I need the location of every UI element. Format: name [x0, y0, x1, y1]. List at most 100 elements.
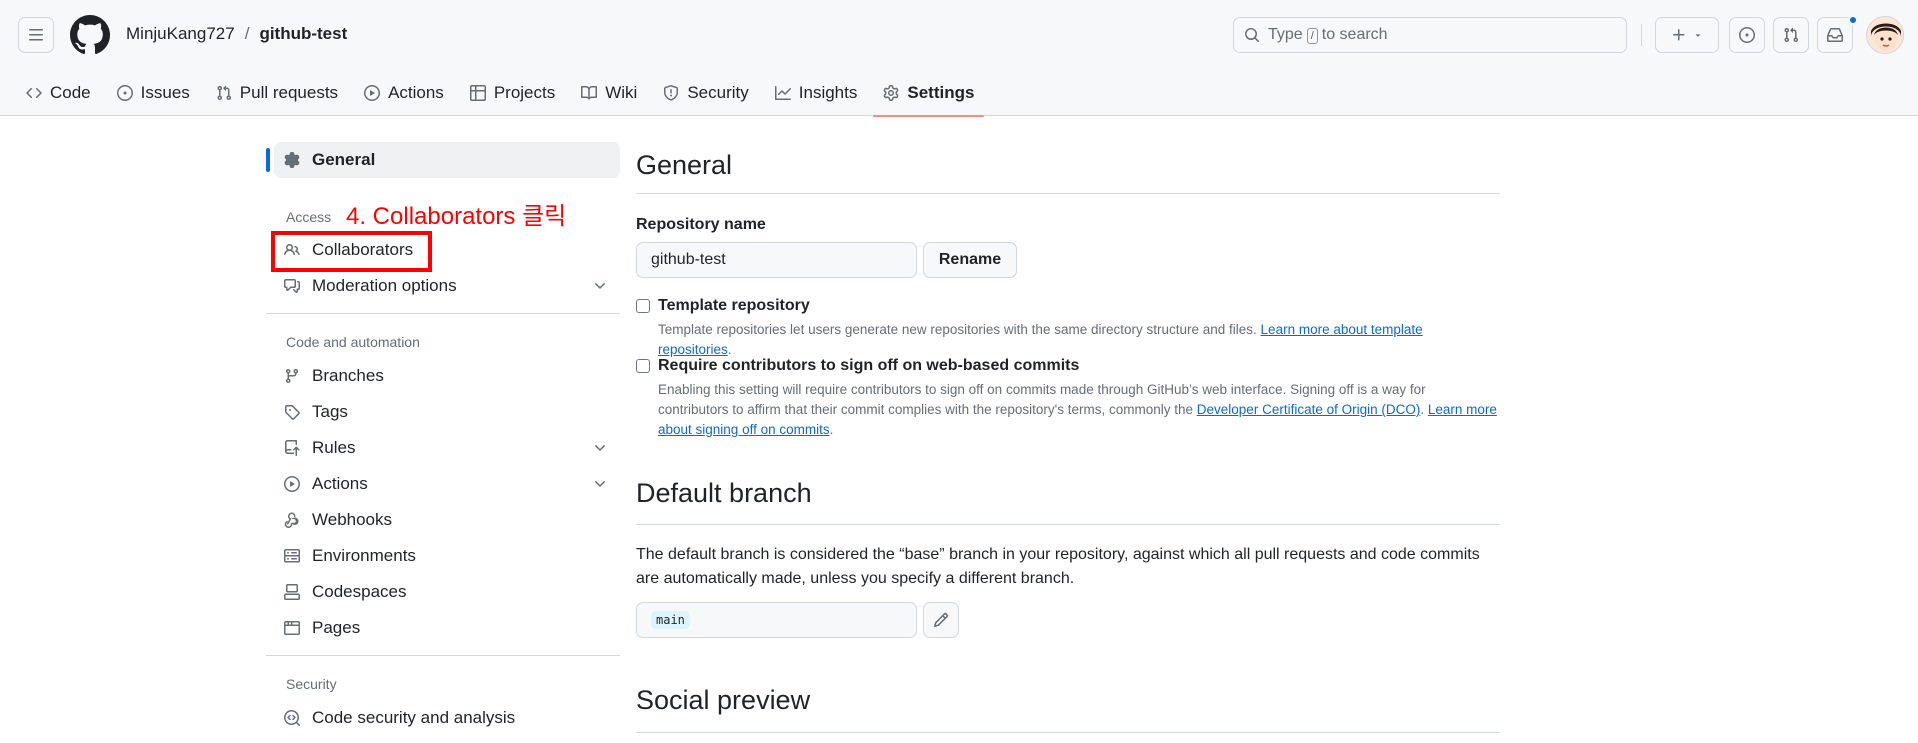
tab-actions[interactable]: Actions: [354, 70, 454, 116]
signoff-checkbox[interactable]: [636, 359, 650, 373]
tab-security[interactable]: Security: [653, 70, 758, 116]
sidebar-item-label: Branches: [312, 366, 384, 385]
sidebar-item-tags[interactable]: Tags: [274, 394, 620, 430]
rename-button[interactable]: Rename: [923, 242, 1017, 278]
default-branch-field: main: [636, 602, 917, 638]
tab-issues[interactable]: Issues: [107, 70, 200, 116]
annotation-highlight-box: [271, 231, 432, 272]
table-icon: [469, 85, 486, 101]
section-divider: [636, 524, 1500, 525]
sidebar-item-webhooks[interactable]: Webhooks: [274, 502, 620, 538]
sidebar-item-general[interactable]: General: [274, 142, 620, 178]
tab-label: Settings: [907, 83, 975, 102]
issue-icon: [1739, 27, 1755, 43]
tab-label: Actions: [388, 83, 444, 102]
social-preview-title: Social preview: [636, 685, 811, 715]
issue-icon: [116, 85, 133, 101]
repo-name-label: Repository name: [636, 216, 766, 233]
play-icon: [284, 476, 300, 492]
sidebar-divider: [266, 655, 620, 656]
sidebar-divider: [266, 313, 620, 314]
play-icon: [364, 85, 381, 101]
menu-button[interactable]: [18, 17, 54, 53]
sidebar-item-rules[interactable]: Rules: [274, 430, 620, 466]
search-input[interactable]: Type / to search: [1233, 17, 1627, 53]
default-branch-title: Default branch: [636, 478, 812, 508]
tab-insights[interactable]: Insights: [765, 70, 868, 116]
pull-requests-button[interactable]: [1773, 17, 1809, 53]
user-avatar-icon: [1867, 17, 1903, 53]
breadcrumb-owner[interactable]: MinjuKang727: [126, 24, 235, 44]
comment-discussion-icon: [284, 279, 300, 293]
sidebar-item-label: Environments: [312, 546, 416, 565]
sidebar-item-actions[interactable]: Actions: [274, 466, 620, 502]
shield-icon: [664, 85, 679, 101]
signoff-note: Enabling this setting will require contr…: [658, 382, 1497, 437]
codescan-icon: [284, 710, 300, 726]
dco-link[interactable]: Developer Certificate of Origin (DCO): [1197, 402, 1421, 417]
sidebar-item-branches[interactable]: Branches: [274, 358, 620, 394]
sidebar-item-moderation[interactable]: Moderation options: [274, 268, 620, 304]
tab-label: Issues: [140, 83, 190, 102]
sidebar-item-label: General: [312, 150, 376, 169]
tab-label: Wiki: [605, 83, 638, 102]
breadcrumb-separator: /: [244, 24, 250, 43]
sidebar-item-environments[interactable]: Environments: [274, 538, 620, 574]
branch-name-badge: main: [651, 611, 690, 629]
section-divider: [636, 193, 1500, 194]
chevron-down-icon: [595, 283, 605, 289]
tab-wiki[interactable]: Wiki: [571, 70, 647, 116]
tab-label: Code: [50, 83, 91, 102]
caret-down-icon: [1695, 34, 1701, 37]
sidebar-item-label: Webhooks: [312, 510, 393, 529]
tab-code[interactable]: Code: [16, 70, 101, 116]
sidebar-item-label: Moderation options: [312, 276, 457, 295]
repo-name-input[interactable]: github-test: [636, 242, 917, 278]
sidebar-item-label: Actions: [312, 474, 368, 493]
inbox-icon: [1827, 28, 1843, 42]
create-new-button[interactable]: [1655, 17, 1719, 53]
gear-icon: [284, 152, 300, 168]
sidebar-item-code-security[interactable]: Code security and analysis: [274, 700, 620, 736]
top-bar: MinjuKang727 / github-test Type / to searc…: [0, 0, 1918, 70]
section-divider: [636, 732, 1500, 733]
server-icon: [284, 549, 300, 563]
issues-button[interactable]: [1729, 17, 1765, 53]
sidebar-group-security: Security: [286, 676, 337, 692]
template-repo-checkbox[interactable]: [636, 299, 650, 313]
breadcrumb: MinjuKang727 / github-test: [126, 24, 347, 44]
edit-default-branch-button[interactable]: [923, 602, 959, 638]
search-icon: [1245, 28, 1260, 43]
default-branch-description: The default branch is considered the “ba…: [636, 546, 1480, 587]
inbox-button[interactable]: [1817, 17, 1853, 53]
notification-dot: [1848, 15, 1858, 25]
chevron-down-icon: [595, 481, 605, 487]
signoff-title: Require contributors to sign off on web-…: [658, 357, 1080, 374]
browser-icon: [284, 621, 300, 635]
tab-settings[interactable]: Settings: [873, 70, 985, 117]
breadcrumb-repo[interactable]: github-test: [259, 24, 347, 44]
tab-label: Insights: [798, 83, 858, 102]
template-repo-title: Template repository: [658, 297, 810, 314]
sidebar-group-access: Access: [286, 209, 332, 225]
pencil-icon: [933, 612, 949, 628]
avatar[interactable]: [1866, 16, 1904, 54]
sidebar-item-pages[interactable]: Pages: [274, 610, 620, 646]
pull-request-icon: [1784, 27, 1799, 43]
github-logo-icon[interactable]: [70, 15, 110, 55]
tab-projects[interactable]: Projects: [460, 70, 565, 116]
repo-push-icon: [285, 440, 300, 456]
tab-pull-requests[interactable]: Pull requests: [206, 70, 348, 116]
active-indicator: [266, 148, 270, 172]
sidebar-item-label: Codespaces: [312, 582, 407, 601]
pull-request-icon: [217, 85, 231, 101]
repo-tabs: Code Issues Pull requests Actions Projec…: [16, 70, 990, 117]
chevron-down-icon: [595, 445, 605, 451]
sidebar-item-label: Code security and analysis: [312, 708, 516, 727]
sidebar-item-codespaces[interactable]: Codespaces: [274, 574, 620, 610]
webhook-icon: [284, 512, 299, 528]
plus-icon: [1673, 29, 1685, 41]
hamburger-icon: [29, 29, 43, 41]
page-title: General: [636, 150, 733, 180]
tab-label: Security: [687, 83, 749, 102]
